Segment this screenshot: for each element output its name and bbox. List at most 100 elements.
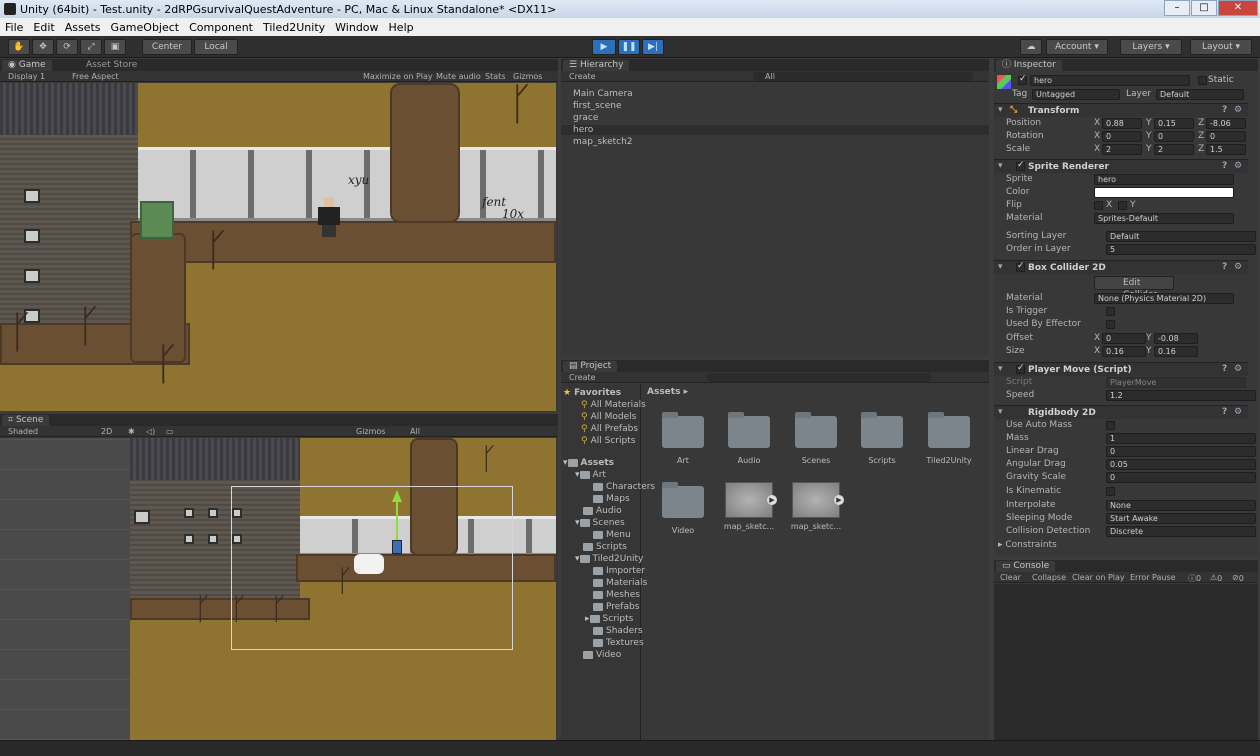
game-render[interactable]: xyu fent 10x ᚴ ᚴ ᚴ ᚴ ᚴ [0,83,556,411]
display-dropdown[interactable]: Display 1 [8,72,45,81]
console-clear-on-play-button[interactable]: Clear on Play [1072,573,1125,582]
sorting-layer-dropdown[interactable]: Default [1106,231,1256,242]
scale-y-field[interactable]: 2 [1154,144,1194,155]
tree-folder[interactable]: Meshes [593,590,640,600]
menu-component[interactable]: Component [184,21,258,34]
mute-audio-toggle[interactable]: Mute audio [436,72,481,81]
gear-icon[interactable]: ⚙ [1234,407,1242,417]
tab-hierarchy[interactable]: ☰ Hierarchy [563,60,630,71]
cloud-icon[interactable]: ☁ [1020,39,1042,55]
favorite-item[interactable]: ⚲ All Materials [581,400,646,410]
scale-z-field[interactable]: 1.5 [1206,144,1246,155]
audio-icon[interactable]: ◁) [146,427,155,436]
asset-folder[interactable]: Art [653,412,713,465]
used-by-effector-checkbox[interactable] [1106,320,1115,329]
tree-folder[interactable]: Characters [593,482,655,492]
menu-tiled2unity[interactable]: Tiled2Unity [258,21,330,34]
player-move-enabled-checkbox[interactable] [1016,363,1025,374]
flip-x-checkbox[interactable] [1094,201,1103,210]
sprite-field[interactable]: hero [1094,174,1234,185]
rotation-y-field[interactable]: 0 [1154,131,1194,142]
speed-field[interactable]: 1.2 [1106,390,1256,401]
favorite-item[interactable]: ⚲ All Scripts [581,436,635,446]
pause-button[interactable]: ❚❚ [618,39,640,55]
tab-project[interactable]: ▤ Project [563,361,618,372]
assets-root[interactable]: ▾ Assets [563,458,614,468]
collider-material-field[interactable]: None (Physics Material 2D) [1094,293,1234,304]
sprite-renderer-enabled-checkbox[interactable] [1016,160,1025,171]
transform-header[interactable]: ▾ ⤡ Transform? ⚙ [994,103,1248,117]
asset-folder[interactable]: Video [653,482,713,535]
collision-detection-dropdown[interactable]: Discrete [1106,526,1256,537]
asset-folder[interactable]: Tiled2Unity [919,412,979,465]
use-auto-mass-checkbox[interactable] [1106,421,1115,430]
favorite-item[interactable]: ⚲ All Prefabs [581,424,638,434]
object-name-field[interactable]: hero [1030,75,1190,86]
console-error-pause-button[interactable]: Error Pause [1130,573,1176,582]
tab-inspector[interactable]: ⓘ Inspector [996,60,1062,71]
static-checkbox[interactable] [1198,76,1207,85]
scale-tool-icon[interactable]: ⤢ [80,39,102,55]
tree-folder[interactable]: Shaders [593,626,643,636]
tree-folder[interactable]: Prefabs [593,602,639,612]
camera-gizmo-icon[interactable] [354,554,384,574]
rect-tool-icon[interactable]: ▣ [104,39,126,55]
menu-file[interactable]: File [0,21,28,34]
tree-folder[interactable]: ▸ Scripts [585,614,633,624]
is-kinematic-checkbox[interactable] [1106,487,1115,496]
help-icon[interactable]: ? [1222,364,1227,374]
tag-dropdown[interactable]: Untagged [1032,89,1120,100]
gear-icon[interactable]: ⚙ [1234,364,1242,374]
angular-drag-field[interactable]: 0.05 [1106,459,1256,470]
help-icon[interactable]: ? [1222,105,1227,115]
rotate-tool-icon[interactable]: ⟳ [56,39,78,55]
console-error-count[interactable]: ⊘ 0 [1232,573,1244,583]
console-log-count[interactable]: ⓘ 0 [1188,573,1201,584]
menu-assets[interactable]: Assets [60,21,106,34]
layers-dropdown[interactable]: Layers ▾ [1120,39,1182,55]
asset-texture[interactable]: ▶ map_sketc... [719,482,779,531]
help-icon[interactable]: ? [1222,262,1227,272]
rigidbody-header[interactable]: ▾ Rigidbody 2D? ⚙ [994,405,1248,419]
layout-dropdown[interactable]: Layout ▾ [1190,39,1252,55]
pivot-local-button[interactable]: Local [194,39,238,55]
menu-help[interactable]: Help [384,21,419,34]
play-button[interactable]: ▶ [592,39,616,55]
position-z-field[interactable]: -8.06 [1206,118,1246,129]
menu-edit[interactable]: Edit [28,21,59,34]
maximize-on-play-toggle[interactable]: Maximize on Play [363,72,433,81]
help-icon[interactable]: ? [1222,407,1227,417]
step-button[interactable]: ▶| [642,39,664,55]
size-x-field[interactable]: 0.16 [1102,346,1146,357]
sleeping-mode-dropdown[interactable]: Start Awake [1106,513,1256,524]
box-collider-enabled-checkbox[interactable] [1016,261,1025,272]
asset-texture[interactable]: ▶ map_sketc... [786,482,846,531]
tree-folder[interactable]: Menu [593,530,631,540]
offset-x-field[interactable]: 0 [1102,333,1146,344]
aspect-dropdown[interactable]: Free Aspect [72,72,119,81]
linear-drag-field[interactable]: 0 [1106,446,1256,457]
color-swatch[interactable] [1094,187,1234,198]
hierarchy-item[interactable]: first_scene [573,101,622,111]
tree-folder[interactable]: Maps [593,494,630,504]
effects-icon[interactable]: ▭ [166,427,174,436]
hierarchy-item[interactable]: grace [573,113,598,123]
tree-folder[interactable]: ▾ Scenes [575,518,625,528]
box-collider-header[interactable]: ▾Box Collider 2D?⚙ [994,260,1248,274]
scene-render[interactable]: ᚴ ᚴ ᚴ ᚴ ᚴ [130,438,556,740]
hierarchy-create-dropdown[interactable]: Create [569,72,596,81]
account-dropdown[interactable]: Account ▾ [1046,39,1108,55]
maximize-button[interactable]: □ [1191,0,1217,16]
tree-folder[interactable]: ▾ Tiled2Unity [575,554,643,564]
close-button[interactable]: ✕ [1218,0,1258,16]
scale-x-field[interactable]: 2 [1102,144,1142,155]
asset-folder[interactable]: Scripts [852,412,912,465]
lighting-icon[interactable]: ✱ [128,427,135,436]
hierarchy-search-input[interactable]: All [753,72,973,81]
scene-search-input[interactable]: All [410,427,420,436]
move-gizmo-y-icon[interactable] [392,490,402,502]
minimize-button[interactable]: – [1164,0,1190,16]
menu-window[interactable]: Window [330,21,383,34]
tree-folder[interactable]: Video [583,650,621,660]
gravity-scale-field[interactable]: 0 [1106,472,1256,483]
